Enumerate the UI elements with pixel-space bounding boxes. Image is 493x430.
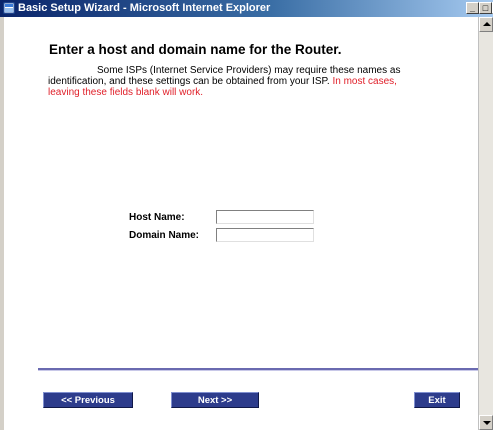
browser-window: Basic Setup Wizard - Microsoft Internet … — [0, 0, 493, 430]
page-description: Some ISPs (Internet Service Providers) m… — [48, 65, 418, 98]
minimize-button[interactable]: _ — [466, 2, 479, 14]
previous-button[interactable]: << Previous — [43, 392, 133, 408]
maximize-button[interactable]: □ — [479, 2, 492, 14]
exit-button[interactable]: Exit — [414, 392, 460, 408]
window-title: Basic Setup Wizard - Microsoft Internet … — [18, 2, 271, 14]
next-button[interactable]: Next >> — [171, 392, 259, 408]
page-heading: Enter a host and domain name for the Rou… — [49, 42, 342, 57]
vertical-scrollbar[interactable] — [478, 17, 493, 430]
ie-page-icon — [3, 2, 15, 14]
page-content: Enter a host and domain name for the Rou… — [4, 17, 478, 430]
title-bar: Basic Setup Wizard - Microsoft Internet … — [0, 0, 493, 17]
footer-divider — [38, 368, 478, 371]
host-name-label: Host Name: — [129, 212, 185, 223]
domain-name-label: Domain Name: — [129, 230, 200, 241]
scroll-down-arrow-icon[interactable] — [479, 415, 493, 430]
host-name-input[interactable] — [216, 210, 314, 224]
domain-name-input[interactable] — [216, 228, 314, 242]
scroll-up-arrow-icon[interactable] — [479, 17, 493, 32]
